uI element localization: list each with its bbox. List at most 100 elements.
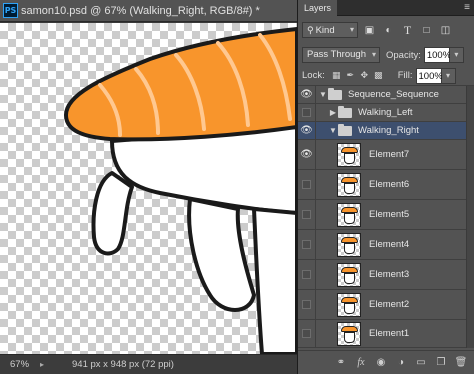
folder-icon — [338, 123, 352, 136]
delete-layer-icon[interactable]: 🗑 — [454, 356, 468, 370]
layer-name: Sequence_Sequence — [348, 89, 439, 100]
fill-field[interactable]: 100% — [415, 67, 443, 84]
layer-thumbnail — [337, 292, 361, 317]
layer-element4[interactable]: Element4 — [298, 230, 466, 260]
visibility-toggle[interactable] — [298, 230, 316, 259]
fill-label: Fill: — [397, 70, 413, 81]
visibility-toggle[interactable] — [298, 170, 316, 199]
panel-footer: ⚭ fx ◉ ◑ ▭ ❐ 🗑 — [298, 350, 474, 374]
visibility-toggle[interactable] — [298, 200, 316, 229]
document-window: PS samon10.psd @ 67% (Walking_Right, RGB… — [0, 0, 297, 374]
chevron-down-icon: ▾ — [371, 50, 376, 59]
folder-icon — [328, 87, 342, 100]
layer-element1[interactable]: Element1 — [298, 320, 466, 348]
document-size-info: 941 px x 948 px (72 ppi) — [72, 359, 174, 370]
new-adjustment-icon[interactable]: ◑ — [394, 356, 408, 370]
eye-icon: 👁 — [300, 125, 313, 136]
status-bar: 67% ▸ 941 px x 948 px (72 ppi) — [0, 354, 297, 374]
lock-pixels-icon[interactable]: ✒ — [345, 70, 356, 81]
new-layer-icon[interactable]: ❐ — [434, 356, 448, 370]
zoom-field[interactable]: 67% — [0, 359, 40, 370]
layers-tab[interactable]: Layers — [298, 0, 338, 16]
hidden-visibility-box — [302, 329, 311, 338]
panel-menu-icon[interactable]: ≡ — [464, 2, 470, 14]
blend-mode-dropdown[interactable]: Pass Through ▾ — [302, 47, 380, 63]
visibility-toggle[interactable]: 👁 — [298, 86, 316, 103]
hidden-visibility-box — [302, 270, 311, 279]
document-tab[interactable]: PS samon10.psd @ 67% (Walking_Right, RGB… — [0, 0, 297, 22]
layer-name: Walking_Left — [358, 107, 413, 118]
lock-label: Lock: — [302, 70, 325, 81]
layer-name: Element1 — [369, 328, 410, 339]
hidden-visibility-box — [302, 108, 311, 117]
blend-row: Pass Through ▾ Opacity: 100% ▾ — [298, 44, 474, 66]
canvas[interactable] — [0, 23, 297, 354]
adjustment-filter-icon[interactable]: ◐ — [381, 23, 396, 38]
salmon-sushi-artwork — [64, 27, 297, 354]
fill-slider-toggle[interactable]: ▾ — [441, 67, 456, 84]
layer-thumbnail — [337, 202, 361, 227]
image-filter-icon[interactable]: ▣ — [362, 23, 377, 38]
lock-row: Lock: ▦ ✒ ✥ ▩ Fill: 100% ▾ — [298, 66, 474, 86]
layer-name: Element4 — [369, 239, 410, 250]
layer-name: Element3 — [369, 269, 410, 280]
layer-element5[interactable]: Element5 — [298, 200, 466, 230]
collapse-triangle-icon[interactable]: ▶ — [328, 108, 338, 117]
visibility-toggle[interactable] — [298, 104, 316, 121]
photoshop-logo-icon: PS — [3, 3, 18, 18]
visibility-toggle[interactable] — [298, 320, 316, 347]
chevron-down-icon: ▾ — [349, 25, 354, 34]
document-title[interactable]: samon10.psd @ 67% (Walking_Right, RGB/8#… — [21, 5, 260, 17]
visibility-toggle[interactable] — [298, 260, 316, 289]
layers-list: 👁 ▼ Sequence_Sequence ▶ Walking_Left 👁 ▼… — [298, 86, 466, 348]
link-layers-icon[interactable]: ⚭ — [334, 356, 348, 370]
eye-icon: 👁 — [300, 89, 313, 100]
filter-kind-label: Kind — [315, 25, 335, 36]
lock-all-icon[interactable]: ▩ — [373, 70, 384, 81]
lock-position-icon[interactable]: ✥ — [359, 70, 370, 81]
layer-name: Element5 — [369, 209, 410, 220]
folder-icon — [338, 105, 352, 118]
search-icon: ⚲ — [307, 25, 314, 35]
expand-triangle-icon[interactable]: ▼ — [328, 126, 338, 135]
type-filter-icon[interactable]: T — [400, 23, 415, 38]
layers-scrollbar[interactable] — [466, 86, 474, 348]
hidden-visibility-box — [302, 240, 311, 249]
shape-filter-icon[interactable]: □ — [419, 23, 434, 38]
layer-group-sequence[interactable]: 👁 ▼ Sequence_Sequence — [298, 86, 466, 104]
filter-kind-dropdown[interactable]: ⚲ Kind ▾ — [302, 22, 358, 38]
smart-object-filter-icon[interactable]: ◫ — [438, 23, 453, 38]
filter-row: ⚲ Kind ▾ ▣ ◐ T □ ◫ — [298, 18, 474, 42]
layer-name: Element6 — [369, 179, 410, 190]
opacity-field[interactable]: 100% — [423, 47, 451, 63]
lock-transparent-icon[interactable]: ▦ — [331, 70, 342, 81]
panel-header: Layers ≡ — [298, 0, 474, 16]
blend-mode-label: Pass Through — [307, 49, 366, 60]
layers-panel: Layers ≡ ⚲ Kind ▾ ▣ ◐ T □ ◫ Pass Through … — [298, 0, 474, 374]
visibility-toggle[interactable]: 👁 — [298, 122, 316, 139]
layer-group-walking-right[interactable]: 👁 ▼ Walking_Right — [298, 122, 466, 140]
visibility-toggle[interactable] — [298, 290, 316, 319]
opacity-slider-toggle[interactable]: ▾ — [449, 47, 464, 63]
layer-name: Element2 — [369, 299, 410, 310]
add-mask-icon[interactable]: ◉ — [374, 356, 388, 370]
hidden-visibility-box — [302, 180, 311, 189]
visibility-toggle[interactable]: 👁 — [298, 140, 316, 169]
layer-thumbnail — [337, 232, 361, 257]
opacity-label: Opacity: — [386, 49, 421, 61]
layer-element2[interactable]: Element2 — [298, 290, 466, 320]
layer-element7[interactable]: 👁 Element7 — [298, 140, 466, 170]
eye-icon: 👁 — [300, 149, 313, 160]
layer-group-walking-left[interactable]: ▶ Walking_Left — [298, 104, 466, 122]
layer-name: Walking_Right — [358, 125, 419, 136]
layer-thumbnail — [337, 321, 361, 346]
fx-icon[interactable]: fx — [354, 356, 368, 370]
layer-element3[interactable]: Element3 — [298, 260, 466, 290]
status-menu-icon[interactable]: ▸ — [40, 360, 52, 369]
layer-name: Element7 — [369, 149, 410, 160]
hidden-visibility-box — [302, 210, 311, 219]
layer-element6[interactable]: Element6 — [298, 170, 466, 200]
new-group-icon[interactable]: ▭ — [414, 356, 428, 370]
hidden-visibility-box — [302, 300, 311, 309]
expand-triangle-icon[interactable]: ▼ — [318, 90, 328, 99]
